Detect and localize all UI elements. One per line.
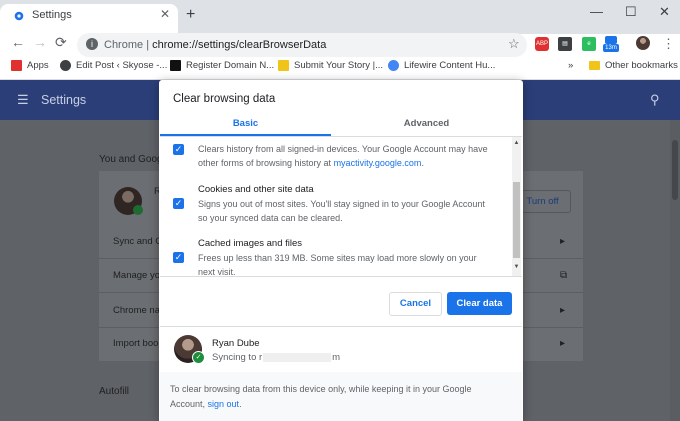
- cookies-checkbox[interactable]: ✓: [173, 198, 184, 209]
- option1-desc-prefix: other forms of browsing history at: [198, 158, 334, 168]
- bookmark-item[interactable]: Submit Your Story |...: [294, 60, 383, 71]
- apps-grid-icon: [11, 60, 22, 71]
- sync-check-icon: ✓: [192, 351, 205, 364]
- option3-desc-line2: next visit.: [198, 267, 236, 276]
- bookmark-item[interactable]: Register Domain N...: [186, 60, 274, 71]
- myactivity-link[interactable]: myactivity.google.com: [334, 158, 422, 168]
- settings-row[interactable]: Manage yo: [113, 270, 160, 281]
- footer-text: To clear browsing data from this device …: [170, 382, 510, 412]
- settings-row[interactable]: Sync and G: [113, 236, 163, 247]
- hamburger-menu-icon[interactable]: ☰: [17, 92, 29, 108]
- account-divider: [160, 326, 522, 327]
- footer-line1: To clear browsing data from this device …: [170, 384, 472, 394]
- option2-title: Cookies and other site data: [198, 184, 314, 195]
- footer-line2-suffix: .: [239, 399, 242, 409]
- dialog-scrollbar-thumb[interactable]: [513, 182, 520, 258]
- close-window-button[interactable]: ✕: [659, 4, 670, 20]
- omnibox-url: chrome://settings/clearBrowserData: [152, 39, 327, 51]
- option1-desc-suffix: .: [421, 158, 424, 168]
- back-button[interactable]: ←: [11, 34, 25, 50]
- browser-menu-icon[interactable]: ⋮: [662, 36, 675, 52]
- option2-desc-line1: Signs you out of most sites. You'll stay…: [198, 199, 485, 209]
- omnibox-separator: |: [146, 39, 150, 51]
- bookmark-star-icon[interactable]: ☆: [508, 36, 520, 52]
- domain-icon: [170, 60, 181, 71]
- globe-icon: [60, 60, 71, 71]
- site-info-icon[interactable]: i: [86, 38, 98, 50]
- account-sync-status: Syncing to r m: [212, 352, 340, 363]
- extension-badge-icon[interactable]: 13m: [603, 44, 619, 52]
- omnibox-host: Chrome: [104, 39, 144, 51]
- tab-basic[interactable]: Basic: [160, 114, 331, 136]
- clear-data-button[interactable]: Clear data: [447, 292, 512, 315]
- cancel-button[interactable]: Cancel: [389, 292, 442, 316]
- abp-extension-icon[interactable]: ABP: [535, 37, 549, 51]
- footer-line2-prefix: Account,: [170, 399, 208, 409]
- scroll-down-arrow-icon[interactable]: ▼: [513, 264, 520, 270]
- maximize-button[interactable]: ☐: [625, 4, 637, 20]
- minimize-button[interactable]: —: [590, 4, 603, 19]
- option1-desc-line1: Clears history from all signed-in device…: [198, 144, 488, 154]
- account-name: Ryan Dube: [212, 338, 260, 349]
- sync-status-suffix: m: [332, 352, 341, 363]
- settings-gear-icon: [14, 11, 24, 21]
- address-bar-text[interactable]: Chrome | chrome://settings/clearBrowserD…: [104, 39, 326, 51]
- bookmarks-overflow-chevron[interactable]: »: [568, 60, 573, 71]
- sync-status-prefix: Syncing to r: [212, 352, 263, 363]
- google-icon: [388, 60, 399, 71]
- option2-desc-line2: so your synced data can be cleared.: [198, 213, 343, 223]
- cached-images-checkbox[interactable]: ✓: [173, 252, 184, 263]
- new-tab-button[interactable]: +: [186, 6, 195, 24]
- options-scroll-area[interactable]: ✓ Clears history from all signed-in devi…: [160, 137, 522, 276]
- profile-avatar[interactable]: [636, 36, 650, 50]
- settings-page-title: Settings: [41, 93, 87, 107]
- other-bookmarks[interactable]: Other bookmarks: [605, 60, 678, 71]
- reload-button[interactable]: ⟳: [55, 34, 67, 51]
- redacted-email: [263, 352, 332, 362]
- chevron-right-icon: ▸: [560, 305, 566, 316]
- chevron-right-icon: ▸: [560, 236, 566, 247]
- scroll-up-arrow-icon[interactable]: ▲: [513, 140, 520, 146]
- browsing-history-checkbox[interactable]: ✓: [173, 144, 184, 155]
- extension-icon-4[interactable]: ●: [605, 36, 617, 46]
- bookmark-item[interactable]: Edit Post ‹ Skyose -...: [76, 60, 167, 71]
- external-link-icon: ⧉: [560, 270, 568, 281]
- option1-desc-line2: other forms of browsing history at myact…: [198, 156, 424, 170]
- settings-row[interactable]: Chrome na: [113, 305, 160, 316]
- tab-title: Settings: [32, 9, 72, 21]
- evernote-icon[interactable]: e: [582, 37, 596, 51]
- sync-status-icon: [133, 205, 143, 215]
- bookmark-item[interactable]: Apps: [27, 60, 49, 71]
- option3-desc-line1: Frees up less than 319 MB. Some sites ma…: [198, 253, 477, 263]
- dialog-title: Clear browsing data: [173, 93, 276, 105]
- browser-tab-settings[interactable]: [0, 4, 178, 34]
- story-icon: [278, 60, 289, 71]
- options-divider: [160, 276, 522, 277]
- extension-icon-2[interactable]: ▤: [558, 37, 572, 51]
- chevron-right-icon: ▸: [560, 338, 566, 349]
- search-icon[interactable]: ⚲: [650, 92, 660, 108]
- sign-out-link[interactable]: sign out: [208, 399, 240, 409]
- option3-title: Cached images and files: [198, 238, 303, 249]
- folder-icon: [589, 61, 600, 70]
- section-you-and-google: You and Goog: [99, 154, 163, 165]
- section-autofill: Autofill: [99, 386, 130, 397]
- forward-button[interactable]: →: [33, 34, 47, 50]
- bookmark-item[interactable]: Lifewire Content Hu...: [404, 60, 495, 71]
- tab-close-icon[interactable]: ✕: [160, 7, 170, 21]
- tab-advanced[interactable]: Advanced: [331, 114, 522, 136]
- page-scrollbar-thumb[interactable]: [672, 140, 678, 200]
- settings-row[interactable]: Import boo: [113, 338, 158, 349]
